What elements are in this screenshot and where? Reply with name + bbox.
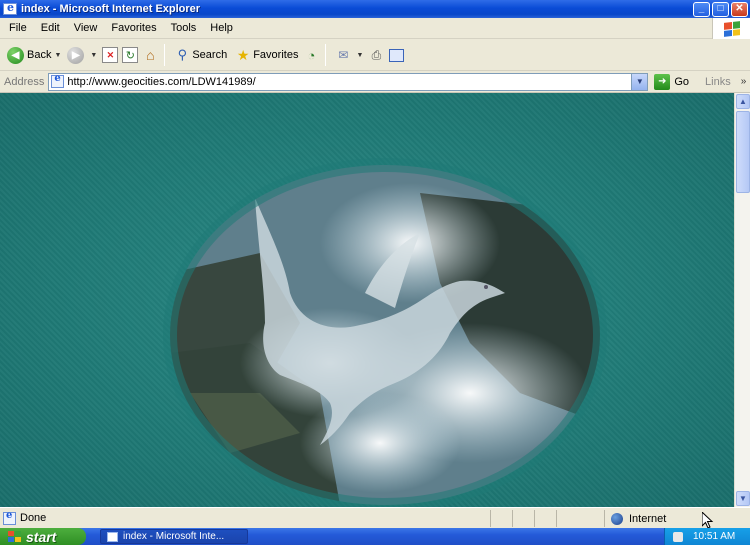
ie-icon [107,531,118,542]
favorites-button[interactable]: ★ Favorites [230,43,301,67]
scroll-down-icon[interactable]: ▼ [736,491,750,506]
links-button[interactable]: Links [705,76,731,88]
status-text-area: Done [0,510,490,525]
back-dropdown-icon[interactable]: ▼ [54,52,61,59]
back-button[interactable]: ◀ Back ▼ [4,43,64,67]
search-label: Search [192,49,228,61]
page-content [0,93,734,507]
system-tray: 10:51 AM [664,528,750,545]
globe-icon [611,512,623,525]
address-label: Address [4,75,45,88]
menu-favorites[interactable]: Favorites [104,22,163,34]
toolbar-separator [164,44,166,66]
mail-button[interactable]: ✉ ▼ [330,43,366,67]
page-icon [3,510,16,525]
start-button[interactable]: start [0,528,86,545]
status-bar: Done Internet [0,507,750,528]
menu-edit[interactable]: Edit [34,22,67,34]
windows-flag-icon [8,531,21,542]
windows-logo [712,18,750,39]
status-cell [556,509,578,527]
edit-icon [388,48,404,62]
minimize-button[interactable]: _ [693,1,710,17]
status-text: Done [20,512,47,524]
go-arrow-icon: ➜ [654,73,671,90]
forward-arrow-icon: ▶ [67,46,85,64]
refresh-icon[interactable]: ↻ [122,47,139,63]
go-button[interactable]: ➜ Go [654,73,690,90]
ie-icon [3,1,17,15]
menu-tools[interactable]: Tools [164,22,204,34]
page-icon [51,73,65,88]
address-field[interactable]: http://www.geocities.com/LDW141989/ ▼ [48,72,649,91]
forward-dropdown-icon[interactable]: ▼ [90,52,97,59]
standard-toolbar: ◀ Back ▼ ▶ ▼ ✕ ↻ ⌂ ⚲ Search ★ Favorites … [0,40,750,71]
toolbar-separator [325,44,327,66]
back-arrow-icon: ◀ [7,46,24,64]
status-cell [534,509,556,527]
star-icon: ★ [236,46,250,63]
start-label: start [26,528,57,545]
vertical-scrollbar[interactable]: ▲ ▼ [734,93,750,507]
clock: 10:51 AM [693,531,736,542]
chevron-right-icon[interactable]: » [741,76,747,87]
back-label: Back [27,49,52,61]
maximize-button[interactable]: □ [712,1,729,17]
title-bar[interactable]: index - Microsoft Internet Explorer _ □ … [0,0,750,18]
search-icon: ⚲ [177,47,188,62]
scroll-thumb[interactable] [736,111,750,193]
tray-icon[interactable] [673,531,683,542]
mail-icon: ✉ [338,48,349,62]
window-controls: _ □ ✕ [693,1,748,17]
taskbar: start index - Microsoft Inte... 10:51 AM [0,528,750,545]
edit-button[interactable] [388,47,404,63]
search-button[interactable]: ⚲ Search [169,43,230,67]
scroll-up-icon[interactable]: ▲ [736,94,750,109]
menu-file[interactable]: File [2,22,34,34]
window-title: index - Microsoft Internet Explorer [21,3,201,15]
mail-dropdown-icon: ▼ [356,51,364,59]
menu-view[interactable]: View [67,22,105,34]
task-label: index - Microsoft Inte... [123,531,225,542]
menu-help[interactable]: Help [203,22,240,34]
status-cell [490,509,512,527]
security-zone: Internet [604,510,750,527]
windows-flag-icon [723,20,740,37]
address-bar: Address http://www.geocities.com/LDW1419… [0,71,750,93]
stop-icon[interactable]: ✕ [102,47,119,63]
forward-button[interactable]: ▶ ▼ [64,43,100,67]
favorites-label: Favorites [253,49,299,61]
print-icon[interactable]: ⎙ [368,47,384,63]
close-button[interactable]: ✕ [731,1,748,17]
taskbar-item-ie[interactable]: index - Microsoft Inte... [100,529,248,544]
url-text[interactable]: http://www.geocities.com/LDW141989/ [67,76,255,88]
menu-bar: File Edit View Favorites Tools Help [0,18,750,39]
home-icon[interactable]: ⌂ [142,47,158,63]
status-cell [512,509,534,527]
dove-waterfall-image [163,158,607,507]
go-label: Go [674,75,690,88]
zone-label: Internet [629,512,667,525]
address-dropdown-icon[interactable]: ▼ [631,73,648,90]
history-icon[interactable]: ◔ [303,47,319,63]
